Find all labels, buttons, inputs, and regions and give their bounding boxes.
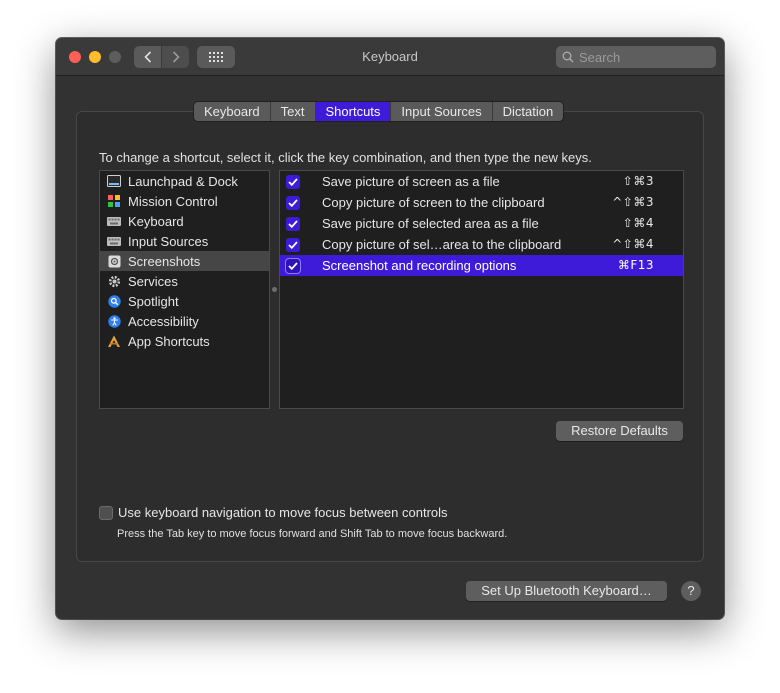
- shortcut-keys[interactable]: ⌘F13: [618, 255, 654, 276]
- screenshots-icon: [107, 254, 121, 268]
- search-input[interactable]: [579, 49, 709, 65]
- gear-icon: [107, 274, 121, 288]
- checkmark-icon: [288, 261, 298, 270]
- keyboard-navigation-hint: Press the Tab key to move focus forward …: [117, 528, 508, 540]
- search-field[interactable]: [556, 46, 716, 68]
- category-label: Screenshots: [128, 253, 201, 269]
- checkmark-icon: [288, 198, 298, 207]
- tab-keyboard[interactable]: Keyboard: [194, 102, 271, 121]
- shortcut-label: Save picture of screen as a file: [322, 174, 500, 189]
- shortcut-keys[interactable]: ^⇧⌘3: [612, 192, 654, 213]
- category-label: Input Sources: [128, 233, 209, 249]
- category-screenshots[interactable]: Screenshots: [100, 251, 269, 271]
- shortcut-checkbox[interactable]: [286, 237, 300, 252]
- checkmark-icon: [288, 240, 298, 249]
- shortcut-row[interactable]: Copy picture of screen to the clipboard …: [280, 192, 683, 213]
- input-sources-icon: [107, 234, 121, 248]
- category-app-shortcuts[interactable]: App Shortcuts: [100, 331, 269, 351]
- category-input-sources[interactable]: Input Sources: [100, 231, 269, 251]
- category-label: Spotlight: [128, 293, 179, 309]
- shortcut-row[interactable]: Copy picture of sel…area to the clipboar…: [280, 234, 683, 255]
- help-button[interactable]: ?: [681, 581, 701, 601]
- shortcut-keys[interactable]: ⇧⌘3: [623, 171, 654, 192]
- tab-text[interactable]: Text: [270, 102, 316, 121]
- shortcut-checkbox[interactable]: [286, 258, 300, 273]
- shortcut-label: Copy picture of screen to the clipboard: [322, 195, 545, 210]
- category-label: Keyboard: [128, 213, 184, 229]
- category-label: Mission Control: [128, 193, 218, 209]
- shortcut-row-selected[interactable]: Screenshot and recording options ⌘F13: [280, 255, 683, 276]
- mission-control-icon: [107, 194, 121, 208]
- shortcut-checkbox[interactable]: [286, 195, 300, 210]
- app-shortcuts-icon: [107, 334, 121, 348]
- shortcut-checkbox[interactable]: [286, 174, 300, 189]
- shortcut-label: Screenshot and recording options: [322, 258, 517, 273]
- title-bar: Keyboard: [56, 38, 724, 76]
- keyboard-icon: [107, 214, 121, 228]
- category-label: App Shortcuts: [128, 333, 210, 349]
- category-launchpad-dock[interactable]: Launchpad & Dock: [100, 171, 269, 191]
- category-services[interactable]: Services: [100, 271, 269, 291]
- category-label: Accessibility: [128, 313, 199, 329]
- category-label: Launchpad & Dock: [128, 173, 238, 189]
- restore-defaults-button[interactable]: Restore Defaults: [556, 421, 683, 441]
- search-icon: [562, 51, 574, 63]
- tab-shortcuts[interactable]: Shortcuts: [315, 102, 392, 121]
- category-mission-control[interactable]: Mission Control: [100, 191, 269, 211]
- category-keyboard[interactable]: Keyboard: [100, 211, 269, 231]
- launchpad-dock-icon: [107, 174, 121, 188]
- shortcut-label: Copy picture of sel…area to the clipboar…: [322, 237, 562, 252]
- keyboard-navigation-checkbox[interactable]: [99, 506, 113, 520]
- tab-bar: Keyboard Text Shortcuts Input Sources Di…: [193, 101, 565, 122]
- checkmark-icon: [288, 219, 298, 228]
- preferences-window: Keyboard Keyboard Text Shortcuts Input S…: [56, 38, 724, 619]
- category-spotlight[interactable]: Spotlight: [100, 291, 269, 311]
- shortcut-checkbox[interactable]: [286, 216, 300, 231]
- category-accessibility[interactable]: Accessibility: [100, 311, 269, 331]
- keyboard-navigation-label[interactable]: Use keyboard navigation to move focus be…: [118, 505, 448, 520]
- category-label: Services: [128, 273, 178, 289]
- shortcut-label: Save picture of selected area as a file: [322, 216, 539, 231]
- tab-dictation[interactable]: Dictation: [492, 102, 564, 121]
- split-view-handle[interactable]: [272, 287, 277, 292]
- bluetooth-keyboard-button[interactable]: Set Up Bluetooth Keyboard…: [466, 581, 667, 601]
- shortcut-keys[interactable]: ⇧⌘4: [623, 213, 654, 234]
- shortcut-keys[interactable]: ^⇧⌘4: [612, 234, 654, 255]
- checkmark-icon: [288, 177, 298, 186]
- shortcut-row[interactable]: Save picture of screen as a file ⇧⌘3: [280, 171, 683, 192]
- spotlight-icon: [107, 294, 121, 308]
- shortcut-row[interactable]: Save picture of selected area as a file …: [280, 213, 683, 234]
- instruction-text: To change a shortcut, select it, click t…: [99, 150, 592, 165]
- shortcut-list[interactable]: Save picture of screen as a file ⇧⌘3 Cop…: [279, 170, 684, 409]
- tab-input-sources[interactable]: Input Sources: [391, 102, 493, 121]
- accessibility-icon: [107, 314, 121, 328]
- category-list[interactable]: Launchpad & Dock Mission Control Keyboar…: [99, 170, 270, 409]
